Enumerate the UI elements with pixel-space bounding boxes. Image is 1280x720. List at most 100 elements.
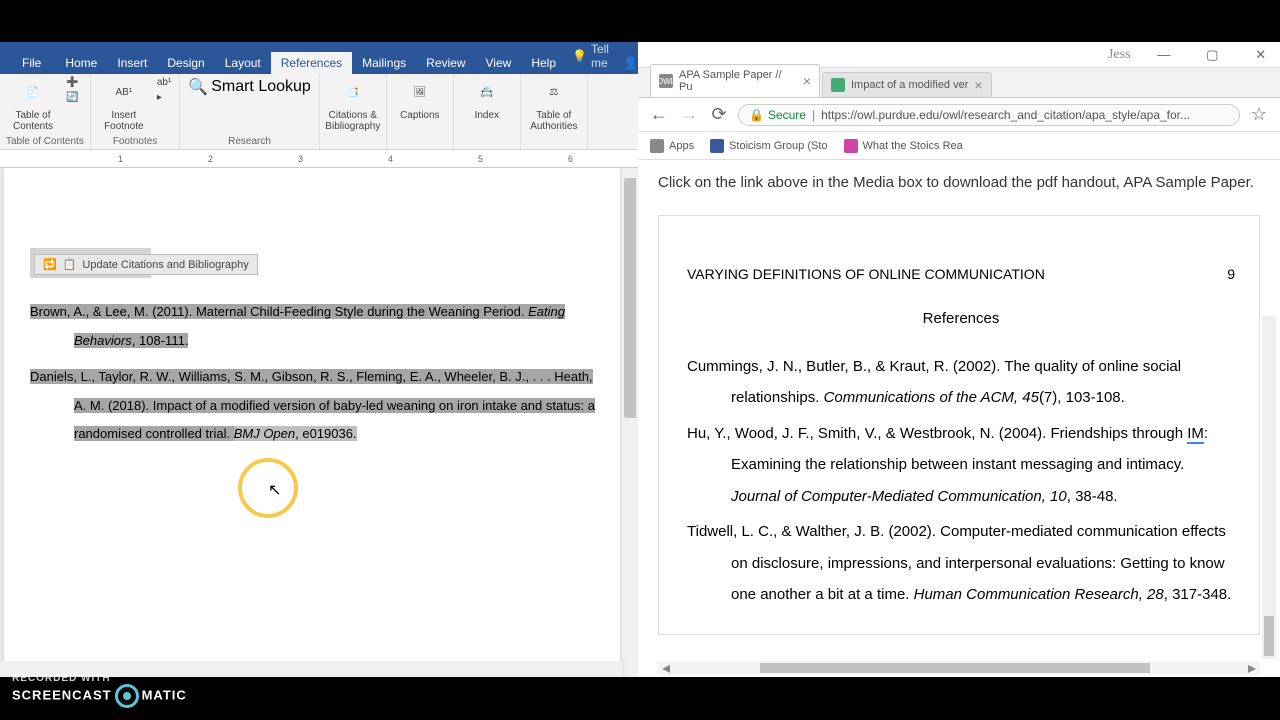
ruler-mark: 3	[298, 154, 303, 164]
facebook-icon	[710, 139, 724, 153]
share-icon: 👤	[623, 56, 638, 70]
tell-me[interactable]: 💡Tell me	[566, 38, 615, 74]
footnote-icon: AB¹	[108, 76, 140, 108]
group-research-label: Research	[186, 134, 313, 147]
bookmark-stoicism[interactable]: Stoicism Group (Sto	[710, 139, 827, 153]
word-titlebar	[0, 42, 638, 50]
document-area[interactable]: 🔁 📋 Update Citations and Bibliography Re…	[0, 168, 638, 677]
favicon-icon: OWL	[659, 74, 673, 88]
document-page[interactable]: 🔁 📋 Update Citations and Bibliography Re…	[4, 168, 620, 677]
update-citations-label: Update Citations and Bibliography	[82, 259, 248, 271]
reference-entry[interactable]: Daniels, L., Taylor, R. W., Williams, S.…	[30, 363, 600, 449]
tab-insert[interactable]: Insert	[107, 52, 157, 74]
ruler-mark: 5	[478, 154, 483, 164]
favicon-icon	[831, 78, 845, 92]
tab-view[interactable]: View	[476, 52, 522, 74]
citations-button[interactable]: 📑Citations & Bibliography	[326, 76, 380, 132]
star-button[interactable]: ☆	[1248, 104, 1270, 125]
tab-review[interactable]: Review	[416, 52, 475, 74]
tab-home[interactable]: Home	[55, 52, 107, 74]
media-instructions: Click on the link above in the Media box…	[658, 172, 1260, 195]
profile-name[interactable]: Jess	[1108, 47, 1131, 63]
pdf-horizontal-scrollbar[interactable]: ◂ ▸	[658, 661, 1260, 675]
ribbon-content: 📄Table of Contents ➕🔄 Table of Contents …	[0, 74, 638, 150]
scrollbar-thumb[interactable]	[760, 663, 1150, 673]
tab-title: Impact of a modified ver	[851, 79, 968, 91]
tab-references[interactable]: References	[271, 52, 352, 74]
pdf-reference: Tidwell, L. C., & Walther, J. B. (2002).…	[687, 516, 1235, 611]
browser-tab-impact[interactable]: Impact of a modified ver ×	[822, 72, 992, 97]
tab-file[interactable]: File	[8, 52, 55, 74]
toa-button[interactable]: ⚖Table of Authorities	[527, 76, 581, 132]
smart-lookup-button[interactable]: 🔍Smart Lookup	[186, 76, 313, 98]
insert-footnote-button[interactable]: AB¹Insert Footnote	[97, 76, 151, 132]
pdf-reference: Hu, Y., Wood, J. F., Smith, V., & Westbr…	[687, 418, 1235, 513]
lookup-icon: 🔍	[188, 77, 208, 97]
forward-button[interactable]: →	[678, 104, 700, 125]
apps-icon	[650, 139, 664, 153]
citations-icon: 📑	[337, 76, 369, 108]
scrollbar-thumb[interactable]	[1264, 616, 1274, 656]
tab-mailings[interactable]: Mailings	[352, 52, 416, 74]
browser-window: Jess — ▢ ✕ OWL APA Sample Paper // Pu × …	[638, 42, 1280, 677]
lock-icon: 🔒	[749, 108, 764, 122]
toc-button[interactable]: 📄Table of Contents	[6, 76, 60, 132]
tab-title: APA Sample Paper // Pu	[679, 69, 797, 93]
bookmarks-bar: Apps Stoicism Group (Sto What the Stoics…	[638, 132, 1280, 160]
group-footnotes-label: Footnotes	[97, 134, 173, 147]
pdf-reference: Cummings, J. N., Butler, B., & Kraut, R.…	[687, 351, 1235, 414]
ruler-mark: 1	[118, 154, 123, 164]
pdf-vertical-scrollbar[interactable]	[1262, 316, 1276, 659]
insert-endnote-button[interactable]: ab¹	[155, 76, 173, 89]
scroll-right-icon[interactable]: ▸	[1248, 658, 1256, 677]
ruler-mark: 2	[208, 154, 213, 164]
word-window: File Home Insert Design Layout Reference…	[0, 42, 638, 677]
index-icon: 📇	[471, 76, 503, 108]
tab-help[interactable]: Help	[521, 52, 566, 74]
ribbon-tabs: File Home Insert Design Layout Reference…	[0, 50, 638, 74]
tab-design[interactable]: Design	[157, 52, 214, 74]
scrollbar-thumb[interactable]	[624, 178, 636, 418]
tab-layout[interactable]: Layout	[215, 52, 271, 74]
pdf-references-title: References	[687, 310, 1235, 327]
address-bar[interactable]: 🔒Secure | https://owl.purdue.edu/owl/res…	[738, 104, 1240, 126]
vertical-scrollbar[interactable]	[622, 168, 638, 659]
maximize-button[interactable]: ▢	[1197, 44, 1227, 66]
cursor-icon: ↖	[268, 480, 281, 500]
pdf-page-number: 9	[1227, 266, 1235, 282]
next-footnote-button[interactable]: ▸	[155, 91, 173, 104]
minimize-button[interactable]: —	[1149, 44, 1179, 66]
group-toc-label: Table of Contents	[6, 134, 84, 147]
secure-indicator: 🔒Secure	[749, 108, 806, 122]
scroll-left-icon[interactable]: ◂	[662, 658, 670, 677]
browser-tabs: OWL APA Sample Paper // Pu × Impact of a…	[638, 68, 1280, 98]
reference-entry[interactable]: Brown, A., & Lee, M. (2011). Maternal Ch…	[30, 298, 600, 355]
pdf-viewer[interactable]: VARYING DEFINITIONS OF ONLINE COMMUNICAT…	[658, 215, 1260, 635]
browser-tab-apa[interactable]: OWL APA Sample Paper // Pu ×	[650, 64, 820, 97]
list-icon: 📋	[63, 258, 77, 271]
bookmark-stoics[interactable]: What the Stoics Rea	[844, 139, 963, 153]
ruler-mark: 6	[568, 154, 573, 164]
tab-close-icon[interactable]: ×	[803, 73, 811, 89]
toc-icon: 📄	[17, 76, 49, 108]
horizontal-ruler[interactable]: 1 2 3 4 5 6	[0, 150, 638, 168]
watermark: RECORDED WITH SCREENCASTMATIC	[12, 673, 187, 708]
captions-button[interactable]: 🖼Captions	[393, 76, 447, 121]
site-icon	[844, 139, 858, 153]
update-table-button[interactable]: 🔄	[64, 91, 80, 104]
update-citations-bar[interactable]: 🔁 📋 Update Citations and Bibliography	[34, 254, 258, 275]
pdf-running-head: VARYING DEFINITIONS OF ONLINE COMMUNICAT…	[687, 266, 1235, 282]
reload-button[interactable]: ⟳	[708, 104, 730, 125]
address-row: ← → ⟳ 🔒Secure | https://owl.purdue.edu/o…	[638, 98, 1280, 132]
close-button[interactable]: ✕	[1246, 44, 1276, 66]
add-text-button[interactable]: ➕	[64, 76, 80, 89]
url-text: https://owl.purdue.edu/owl/research_and_…	[821, 108, 1190, 122]
back-button[interactable]: ←	[648, 104, 670, 125]
page-content[interactable]: Click on the link above in the Media box…	[638, 160, 1280, 677]
tab-close-icon[interactable]: ×	[974, 77, 982, 93]
captions-icon: 🖼	[404, 76, 436, 108]
bookmark-apps[interactable]: Apps	[650, 139, 694, 153]
toa-icon: ⚖	[538, 76, 570, 108]
index-button[interactable]: 📇Index	[460, 76, 514, 121]
logo-icon	[115, 684, 139, 708]
